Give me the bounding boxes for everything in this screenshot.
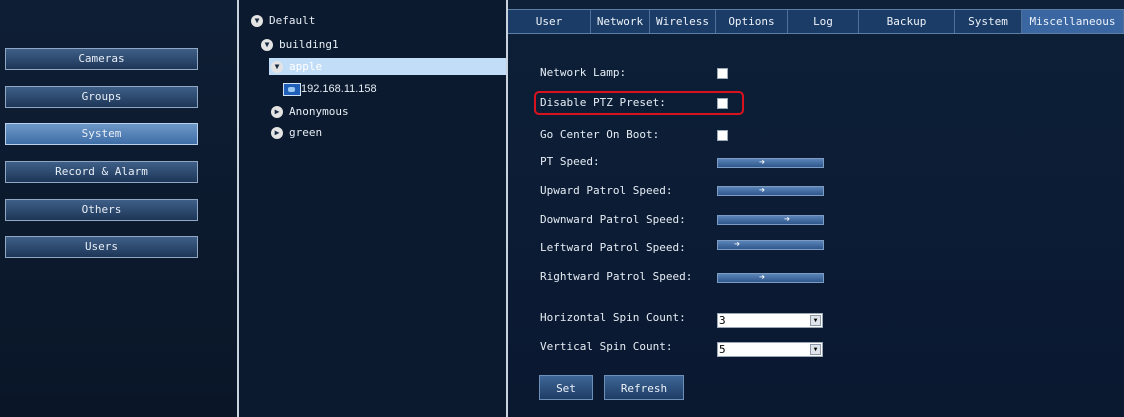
camera-icon: [283, 82, 301, 96]
pt-speed-slider[interactable]: ➔: [717, 158, 824, 168]
go-center-on-boot-label: Go Center On Boot:: [540, 128, 660, 141]
horizontal-spin-count-label: Horizontal Spin Count:: [540, 311, 686, 324]
tab-wireless[interactable]: Wireless: [650, 10, 716, 33]
slider-arrow-icon[interactable]: ➔: [752, 186, 772, 196]
tab-log[interactable]: Log: [788, 10, 859, 33]
nav-users-button[interactable]: Users: [5, 236, 198, 258]
chevron-right-icon[interactable]: ▶: [271, 127, 283, 139]
chevron-down-icon[interactable]: ▼: [261, 39, 273, 51]
slider-arrow-icon[interactable]: ➔: [727, 240, 747, 250]
rightward-patrol-speed-label: Rightward Patrol Speed:: [540, 270, 693, 283]
nav-others-button[interactable]: Others: [5, 199, 198, 221]
rightward-patrol-speed-slider[interactable]: ➔: [717, 273, 824, 283]
chevron-down-icon[interactable]: ▼: [251, 15, 263, 27]
tree-node-label: Default: [269, 14, 316, 27]
dropdown-arrow-icon[interactable]: ▼: [810, 315, 821, 326]
tree-node-label: apple: [289, 60, 323, 73]
tab-backup[interactable]: Backup: [859, 10, 955, 33]
slider-arrow-icon[interactable]: ➔: [752, 273, 772, 283]
tree-node-label: building1: [279, 38, 339, 51]
tab-bar: User Network Wireless Options Log Backup…: [508, 9, 1124, 34]
select-value: 3: [719, 314, 726, 327]
set-button[interactable]: Set: [539, 375, 593, 400]
refresh-button[interactable]: Refresh: [604, 375, 684, 400]
dropdown-arrow-icon[interactable]: ▼: [810, 344, 821, 355]
tab-user[interactable]: User: [508, 10, 591, 33]
tree-node-label: Anonymous: [289, 105, 349, 118]
tree-node-camera[interactable]: 192.168.11.158: [283, 81, 377, 97]
tree-node-anonymous[interactable]: ▶ Anonymous: [271, 104, 349, 120]
tree-node-building1[interactable]: ▼ building1: [261, 37, 339, 53]
tree-node-apple[interactable]: ▼ apple: [271, 59, 322, 75]
highlight-box: [534, 91, 744, 115]
leftward-patrol-speed-slider[interactable]: ➔: [717, 240, 824, 250]
horizontal-spin-count-select[interactable]: 3 ▼: [717, 313, 823, 328]
upward-patrol-speed-label: Upward Patrol Speed:: [540, 184, 673, 197]
nav-system-button[interactable]: System: [5, 123, 198, 145]
tree-node-green[interactable]: ▶ green: [271, 125, 322, 141]
tab-miscellaneous[interactable]: Miscellaneous: [1022, 10, 1124, 33]
network-lamp-checkbox[interactable]: [717, 68, 728, 79]
pt-speed-label: PT Speed:: [540, 155, 600, 168]
tree-node-label: 192.168.11.158: [301, 83, 377, 96]
select-value: 5: [719, 343, 726, 356]
settings-panel: User Network Wireless Options Log Backup…: [508, 0, 1124, 417]
device-tree: ▼ Default ▼ building1 ▼ apple 192.168.11.15…: [239, 0, 508, 417]
slider-arrow-icon[interactable]: ➔: [752, 158, 772, 168]
left-nav: Cameras Groups System Record & Alarm Oth…: [0, 0, 239, 417]
downward-patrol-speed-label: Downward Patrol Speed:: [540, 213, 686, 226]
network-lamp-label: Network Lamp:: [540, 66, 627, 79]
slider-arrow-icon[interactable]: ➔: [777, 215, 797, 225]
chevron-down-icon[interactable]: ▼: [271, 61, 283, 73]
vertical-spin-count-select[interactable]: 5 ▼: [717, 342, 823, 357]
nav-cameras-button[interactable]: Cameras: [5, 48, 198, 70]
leftward-patrol-speed-label: Leftward Patrol Speed:: [540, 241, 686, 254]
nav-groups-button[interactable]: Groups: [5, 86, 198, 108]
downward-patrol-speed-slider[interactable]: ➔: [717, 215, 824, 225]
upward-patrol-speed-slider[interactable]: ➔: [717, 186, 824, 196]
tree-node-default[interactable]: ▼ Default: [251, 13, 315, 29]
go-center-on-boot-checkbox[interactable]: [717, 130, 728, 141]
vertical-spin-count-label: Vertical Spin Count:: [540, 340, 673, 353]
tab-system[interactable]: System: [955, 10, 1022, 33]
tab-options[interactable]: Options: [716, 10, 788, 33]
chevron-right-icon[interactable]: ▶: [271, 106, 283, 118]
nav-record-alarm-button[interactable]: Record & Alarm: [5, 161, 198, 183]
tab-network[interactable]: Network: [591, 10, 650, 33]
tree-node-label: green: [289, 126, 323, 139]
